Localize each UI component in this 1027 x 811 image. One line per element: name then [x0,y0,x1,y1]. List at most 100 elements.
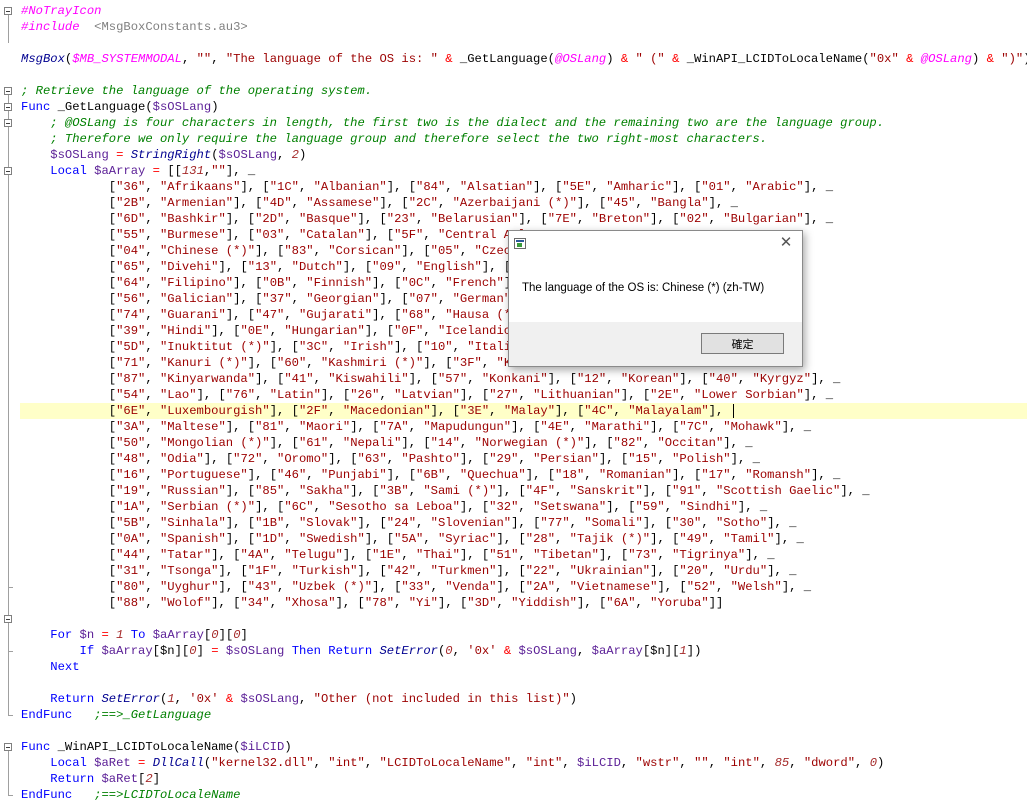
code-line[interactable]: ["36", "Afrikaans"], ["1C", "Albanian"],… [21,179,833,195]
code-line[interactable]: ["64", "Filipino"], ["0B", "Finnish"], [… [21,275,526,291]
fold-margin[interactable] [0,0,18,811]
code-line[interactable]: ["44", "Tatar"], ["4A", "Telugu"], ["1E"… [21,547,775,563]
code-token: ], _ [781,420,812,434]
code-token: StringRight [130,148,212,162]
code-line[interactable]: ; Retrieve the language of the operating… [21,83,372,99]
fold-toggle-icon[interactable] [4,103,12,111]
code-token: , [269,548,285,562]
code-token: [ [21,196,117,210]
code-token: "Quechua" [459,468,526,482]
fold-toggle-icon[interactable] [4,743,12,751]
code-line[interactable]: ["5B", "Sinhala"], ["1B", "Slovak"], ["2… [21,515,797,531]
code-token: , [445,468,460,482]
code-token: "Hindi" [159,324,212,338]
code-token: $aArray [591,644,643,658]
code-token: "Divehi" [159,260,219,274]
code-token: "Oromo" [277,452,329,466]
code-token: ], [ [459,548,490,562]
code-token: "Basque" [298,212,358,226]
code-token: [ [21,324,117,338]
code-line[interactable]: Local $aArray = [[131,""], _ [21,163,255,179]
code-line[interactable]: ["16", "Portuguese"], ["46", "Punjabi"],… [21,467,841,483]
code-token: "Occitan" [657,436,724,450]
ok-button[interactable]: 確定 [701,333,784,354]
code-line[interactable]: EndFunc ;==>_GetLanguage [21,707,211,723]
code-token: ], [ [408,372,438,386]
code-line[interactable]: Next [21,659,79,675]
code-token: ], [ [511,420,541,434]
fold-toggle-icon[interactable] [4,7,12,15]
code-line[interactable]: ["48", "Odia"], ["72", "Oromo"], ["63", … [21,451,760,467]
code-line[interactable]: ["39", "Hindi"], ["0E", "Hungarian"], ["… [21,323,526,339]
code-line[interactable]: ["2B", "Armenian"], ["4D", "Assamese"], … [21,195,738,211]
code-token: , [306,468,321,482]
code-line[interactable]: ["80", "Uyghur"], ["43", "Uzbek (*)"], [… [21,579,811,595]
fold-toggle-icon[interactable] [4,119,12,127]
code-line[interactable]: ["6D", "Bashkir"], ["2D", "Basque"], ["2… [21,211,833,227]
code-token: "Macedonian" [342,404,431,418]
code-token: , [364,756,380,770]
code-token: ], [ [672,180,702,194]
code-token: ], [ [606,500,636,514]
code-token: , [518,548,534,562]
code-token: "Kinyarwanda" [159,372,256,386]
code-token: , [145,404,160,418]
code-token: , [313,756,329,770]
code-line[interactable]: ["87", "Kinyarwanda"], ["41", "Kiswahili… [21,371,841,387]
code-token: "Setswana" [533,500,607,514]
code-line[interactable]: #include <MsgBoxConstants.au3> [21,19,248,35]
code-line[interactable]: ["3A", "Maltese"], ["81", "Maori"], ["7A… [21,419,811,435]
code-line[interactable]: ["71", "Kanuri (*)"], ["60", "Kashmiri (… [21,355,526,371]
code-line[interactable]: ["1A", "Serbian (*)"], ["6C", "Sesotho s… [21,499,767,515]
code-token: ], [ [650,532,680,546]
code-line[interactable]: ["5D", "Inuktitut (*)"], ["3C", "Irish"]… [21,339,533,355]
code-line[interactable]: #NoTrayIcon [21,3,101,19]
code-line[interactable]: Func _GetLanguage($sOSLang) [21,99,219,115]
code-token: , [701,516,716,530]
code-line[interactable]: Return SetError(1, '0x' & $sOSLang, "Oth… [21,691,577,707]
fold-toggle-icon[interactable] [4,87,12,95]
code-line[interactable]: ["0A", "Spanish"], ["1D", "Swedish"], ["… [21,531,804,547]
code-line[interactable]: ["55", "Burmese"], ["03", "Catalan"], ["… [21,227,533,243]
code-token: ], [ [203,452,234,466]
code-token: ], _ [767,516,797,530]
code-token: '0x' [467,644,497,658]
code-token: $sOSLang [225,644,285,658]
code-token: "4A" [240,548,270,562]
code-line[interactable]: EndFunc ;==>LCIDToLocaleName [21,787,240,803]
code-line[interactable]: ["88", "Wolof"], ["34", "Xhosa"], ["78",… [21,595,724,611]
code-token: "Thai" [416,548,460,562]
code-line[interactable]: ["6E", "Luxembourgish"], ["2F", "Macedon… [21,403,734,419]
code-line[interactable]: MsgBox($MB_SYSTEMMODAL, "", "The languag… [21,51,1027,67]
code-token: "Amharic" [606,180,673,194]
fold-toggle-icon[interactable] [4,615,12,623]
code-token: "6E" [116,404,146,418]
code-token: ], [ [211,596,241,610]
code-line[interactable]: Local $aRet = DllCall("kernel32.dll", "i… [21,755,884,771]
code-line[interactable]: ; Therefore we only require the language… [21,131,767,147]
code-line[interactable]: ; @OSLang is four characters in length, … [21,115,884,131]
code-token: "Latin" [269,388,321,402]
code-line[interactable]: For $n = 1 To $aArray[0][0] [21,627,248,643]
code-line[interactable]: ["56", "Galician"], ["37", "Georgian"], … [21,291,533,307]
code-line[interactable]: ["19", "Russian"], ["85", "Sakha"], ["3B… [21,483,870,499]
code-editor[interactable]: #NoTrayIcon #include <MsgBoxConstants.au3… [0,0,1027,811]
code-line[interactable]: Func _WinAPI_LCIDToLocaleName($iLCID) [21,739,292,755]
code-token: "wstr" [635,756,680,770]
code-line[interactable]: Return $aRet[2] [21,771,160,787]
code-line[interactable]: ["31", "Tsonga"], ["1F", "Turkish"], ["4… [21,563,797,579]
code-token: [ [21,452,117,466]
code-line[interactable]: ["65", "Divehi"], ["13", "Dutch"], ["09"… [21,259,533,275]
code-token: #include [21,20,80,34]
code-line[interactable]: If $aArray[$n][0] = $sOSLang Then Return… [21,643,702,659]
code-line[interactable]: ["50", "Mongolian (*)"], ["61", "Nepali"… [21,435,753,451]
code-token: , [459,244,475,258]
code-line[interactable]: ["54", "Lao"], ["76", "Latin"], ["26", "… [21,387,833,403]
code-line[interactable]: $sOSLang = StringRight($sOSLang, 2) [21,147,306,163]
code-token: , [145,372,160,386]
fold-toggle-icon[interactable] [4,167,12,175]
code-line[interactable]: ["04", "Chinese (*)"], ["83", "Corsican"… [21,243,526,259]
code-line[interactable]: ["74", "Guarani"], ["47", "Gujarati"], [… [21,307,526,323]
close-icon[interactable]: ✕ [778,235,794,251]
